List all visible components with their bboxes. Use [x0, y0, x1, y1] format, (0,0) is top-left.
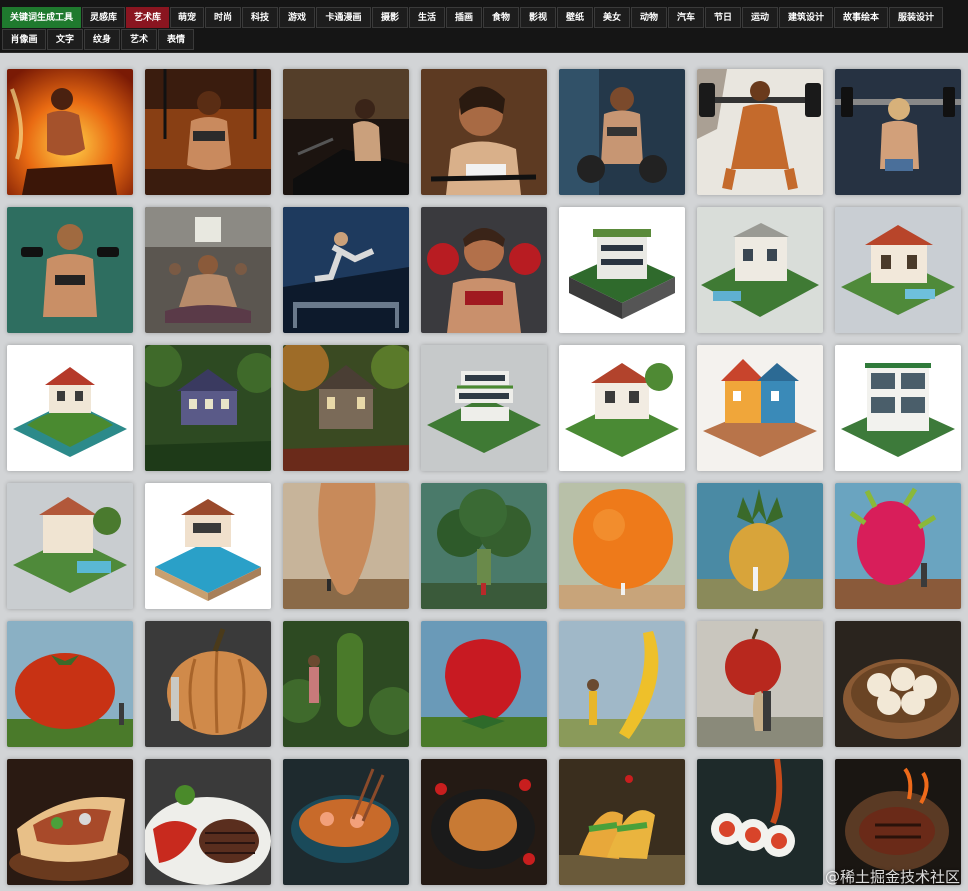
tab-tattoo[interactable]: 纹身 [84, 29, 120, 50]
gallery-image-roast-chicken[interactable] [421, 759, 547, 885]
tab-costume-design[interactable]: 服装设计 [889, 7, 943, 28]
tab-architecture[interactable]: 建筑设计 [779, 7, 833, 28]
tab-art-library[interactable]: 艺术库 [126, 7, 169, 28]
gallery-image-gothic-mansion[interactable] [283, 345, 409, 471]
tab-cartoon-comics[interactable]: 卡通漫画 [316, 7, 371, 28]
gallery-image-giant-pumpkin[interactable] [145, 621, 271, 747]
tab-text[interactable]: 文字 [47, 29, 83, 50]
gallery-image-dumbbell-gym[interactable] [835, 69, 961, 195]
gallery-image-giant-strawberry[interactable] [421, 621, 547, 747]
gallery-image-colorful-house-cutaway[interactable] [697, 345, 823, 471]
tab-games[interactable]: 游戏 [279, 7, 315, 28]
gallery-image-ring-workout[interactable] [145, 69, 271, 195]
tab-festivals[interactable]: 节日 [705, 7, 741, 28]
tab-cute-pets[interactable]: 萌宠 [170, 7, 204, 28]
gallery-image-modern-terrace-house[interactable] [421, 345, 547, 471]
gallery-image-glass-house[interactable] [835, 345, 961, 471]
tab-food[interactable]: 食物 [483, 7, 519, 28]
gallery-image-lobster-steak[interactable] [145, 759, 271, 885]
tab-art[interactable]: 艺术 [121, 29, 157, 50]
gallery-image-treadmill-gym[interactable] [283, 69, 409, 195]
gallery-image-tacos[interactable] [559, 759, 685, 885]
gallery-image-barbell-squat[interactable] [697, 69, 823, 195]
gallery-image-boxing-woman[interactable] [421, 207, 547, 333]
gallery-image-isometric-villa-2[interactable] [697, 207, 823, 333]
gallery-image-dumplings[interactable] [835, 621, 961, 747]
tab-film[interactable]: 影视 [520, 7, 556, 28]
gallery-image-giant-orange[interactable] [559, 483, 685, 609]
tab-tech[interactable]: 科技 [242, 7, 278, 28]
tab-inspiration[interactable]: 灵感库 [82, 7, 125, 28]
keyword-generator-button[interactable]: 关键词生成工具 [2, 7, 81, 28]
gallery-image-isometric-villa-3[interactable] [835, 207, 961, 333]
tab-fashion[interactable]: 时尚 [205, 7, 241, 28]
tab-portrait[interactable]: 肖像画 [2, 29, 46, 50]
nav-row-2: 肖像画 文字 纹身 艺术 表情 [2, 29, 194, 50]
gallery-image-giant-sweet-potato[interactable] [283, 483, 409, 609]
gallery-image-giant-tomato[interactable] [7, 621, 133, 747]
gallery-image-garden-house[interactable] [559, 345, 685, 471]
gallery-image-isometric-villa-1[interactable] [559, 207, 685, 333]
gallery-image-pool-villa[interactable] [145, 483, 271, 609]
tab-illustration[interactable]: 插画 [446, 7, 482, 28]
tab-animals[interactable]: 动物 [631, 7, 667, 28]
image-gallery [7, 69, 961, 885]
gallery-image-fire-fitness[interactable] [7, 69, 133, 195]
tab-life[interactable]: 生活 [409, 7, 445, 28]
gallery-image-island-house[interactable] [7, 345, 133, 471]
gallery-image-jumping-athlete[interactable] [283, 207, 409, 333]
tab-beauty[interactable]: 美女 [594, 7, 630, 28]
top-navigation: 关键词生成工具 灵感库 艺术库 萌宠 时尚 科技 游戏 卡通漫画 摄影 生活 插… [0, 0, 968, 53]
gallery-image-mediterranean-villa[interactable] [7, 483, 133, 609]
gallery-image-giant-broccoli[interactable] [421, 483, 547, 609]
tab-wallpaper[interactable]: 壁纸 [557, 7, 593, 28]
gallery-image-wrap-burrito[interactable] [7, 759, 133, 885]
gallery-image-seafood-noodle-soup[interactable] [283, 759, 409, 885]
gallery-image-giant-banana[interactable] [559, 621, 685, 747]
gallery-image-cycling-woman[interactable] [421, 69, 547, 195]
gallery-image-sushi-rolls[interactable] [697, 759, 823, 885]
gallery-image-giant-cucumber[interactable] [283, 621, 409, 747]
tab-storybook[interactable]: 故事绘本 [834, 7, 888, 28]
tab-emoji[interactable]: 表情 [158, 29, 194, 50]
gallery-image-yoga-class[interactable] [145, 207, 271, 333]
tab-sports[interactable]: 运动 [742, 7, 778, 28]
gallery-image-victorian-mansion[interactable] [145, 345, 271, 471]
nav-row-1: 关键词生成工具 灵感库 艺术库 萌宠 时尚 科技 游戏 卡通漫画 摄影 生活 插… [2, 7, 943, 28]
gallery-image-giant-apple[interactable] [697, 621, 823, 747]
tab-photography[interactable]: 摄影 [372, 7, 408, 28]
gallery-image-giant-dragon-fruit[interactable] [835, 483, 961, 609]
gallery-image-dumbbell-curl[interactable] [7, 207, 133, 333]
tab-cars[interactable]: 汽车 [668, 7, 704, 28]
gallery-image-kettlebell-woman[interactable] [559, 69, 685, 195]
watermark-text: @稀土掘金技术社区 [824, 868, 960, 886]
gallery-image-giant-pineapple[interactable] [697, 483, 823, 609]
